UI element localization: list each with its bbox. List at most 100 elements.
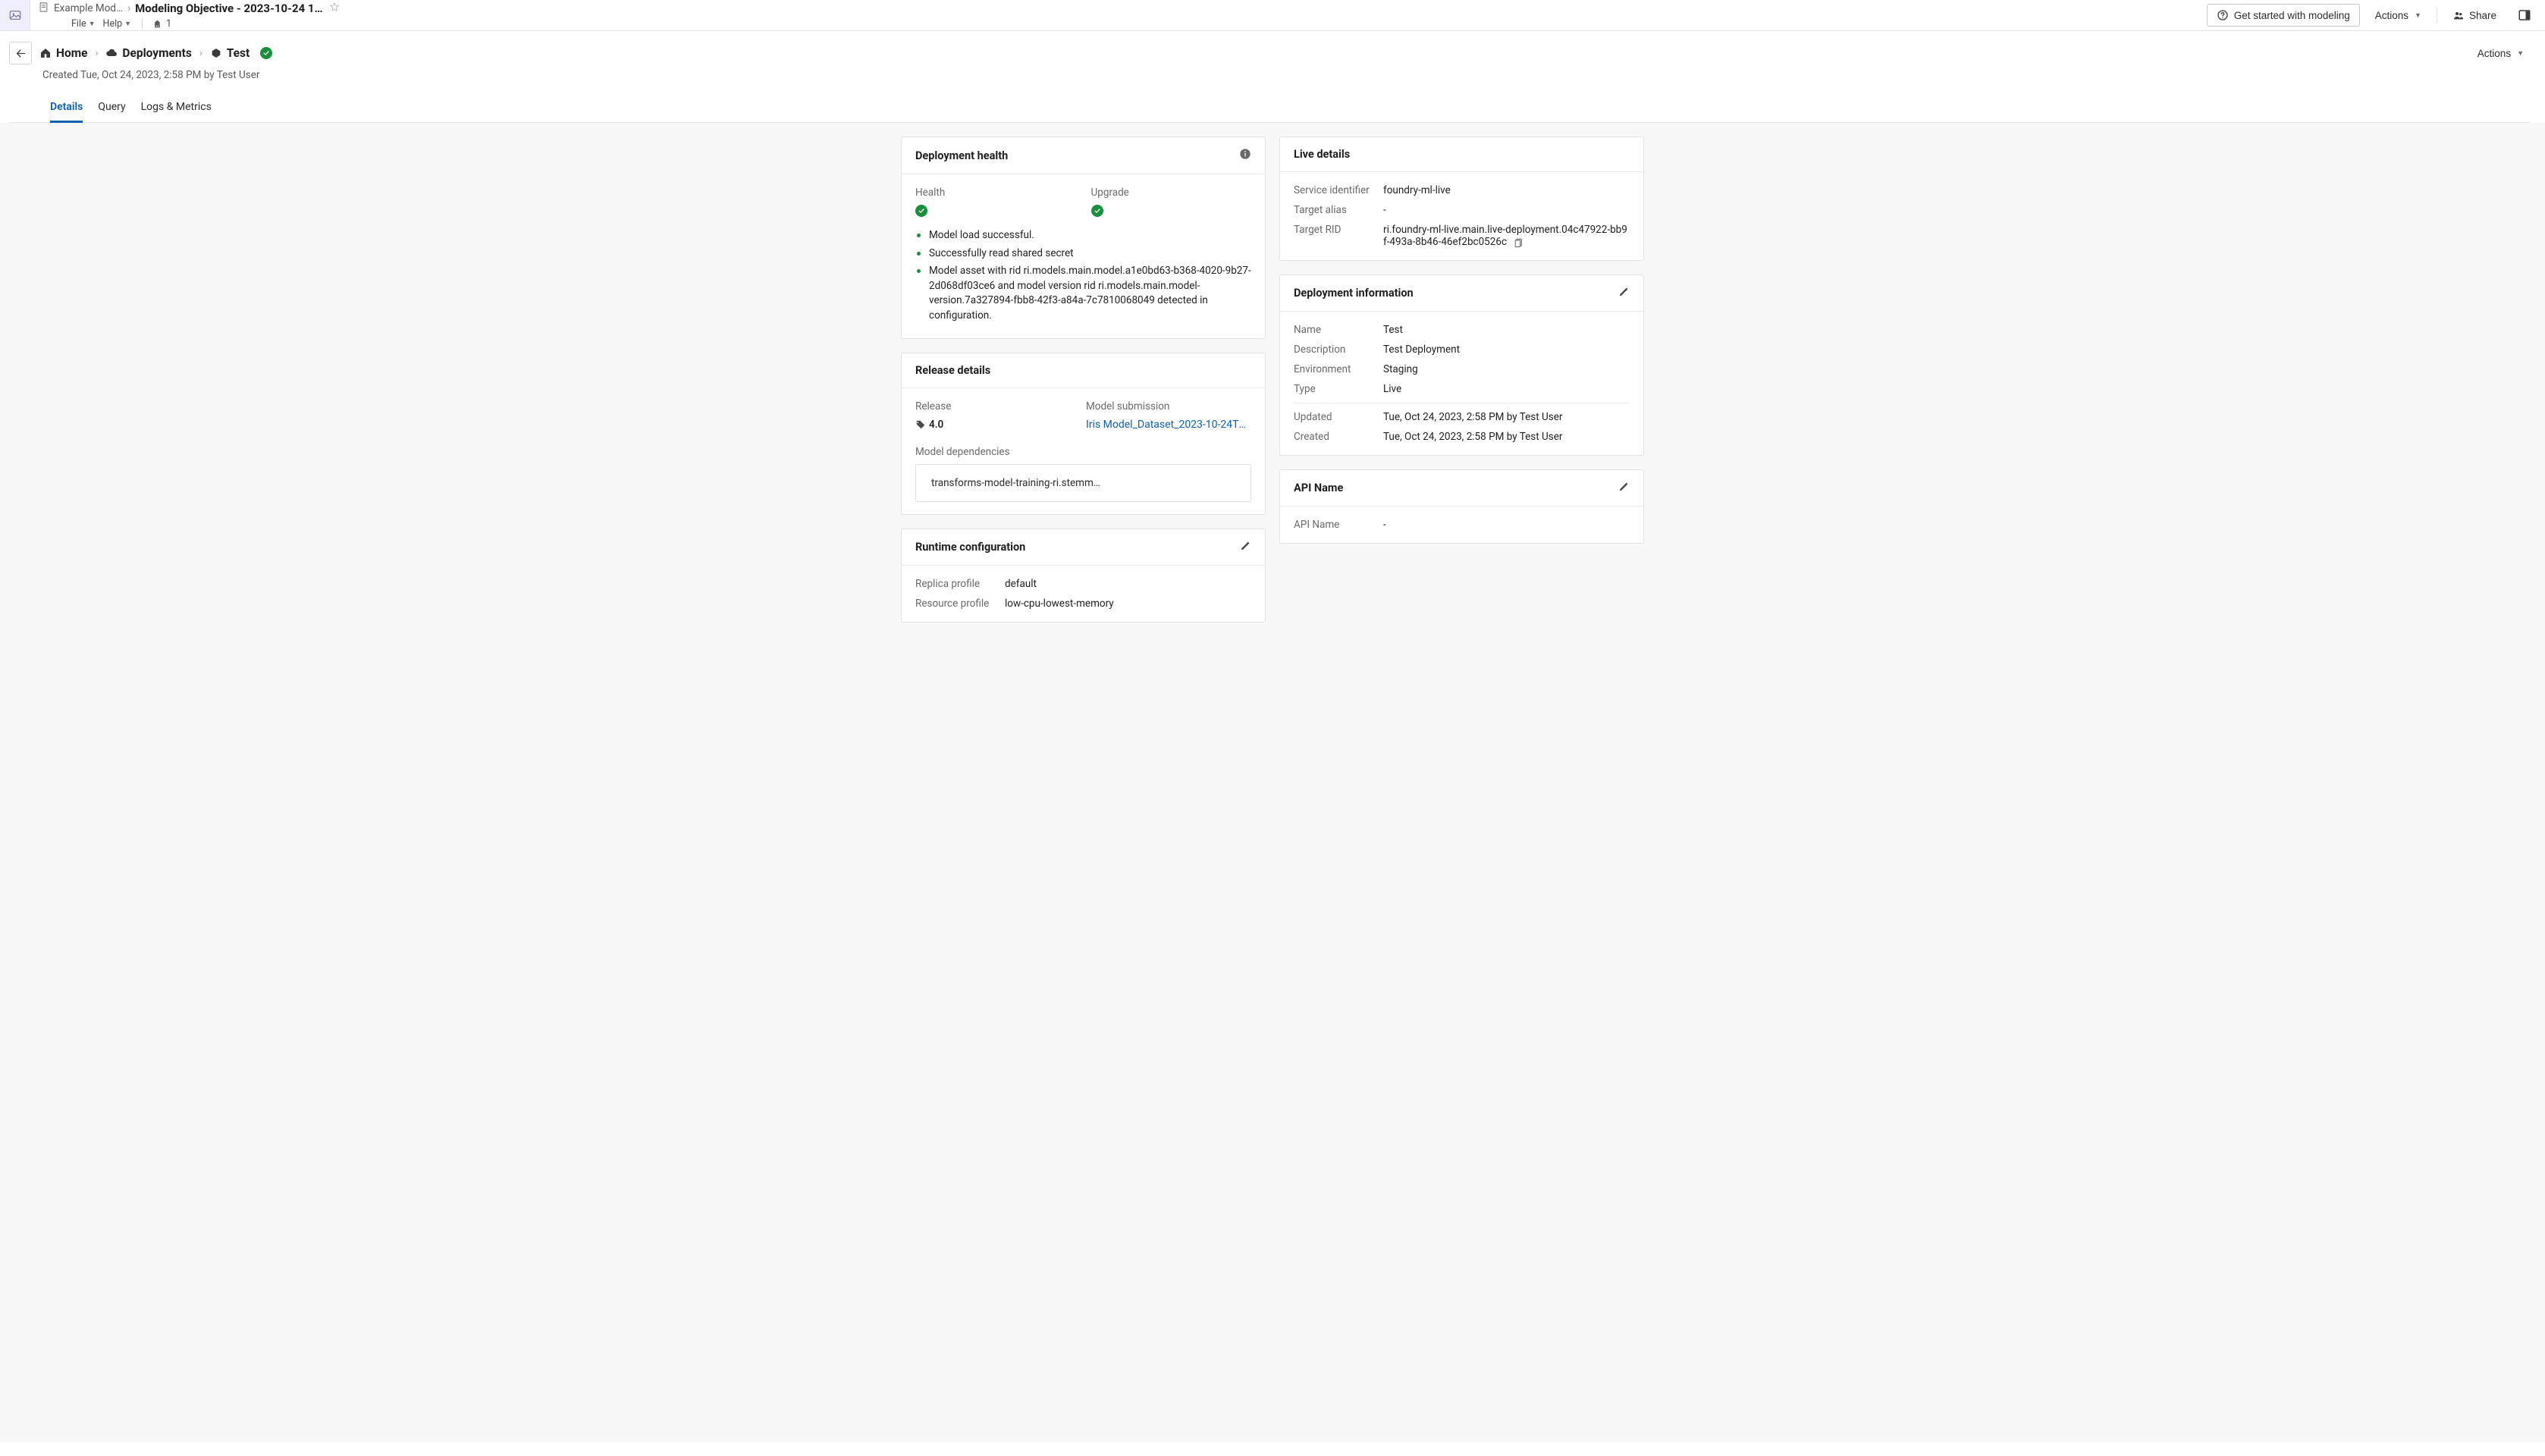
breadcrumb-current: Test <box>210 46 249 60</box>
replica-value: default <box>1005 578 1251 590</box>
target-alias-value: - <box>1383 204 1630 216</box>
document-icon <box>38 2 49 16</box>
health-label: Health <box>915 187 1076 199</box>
pencil-icon <box>1618 481 1630 492</box>
right-column: Live details Service identifier foundry-m… <box>1279 136 1644 623</box>
share-button[interactable]: Share <box>2446 4 2503 27</box>
env-label: Environment <box>1294 363 1373 375</box>
upgrade-label: Upgrade <box>1091 187 1252 199</box>
chevron-right-icon: › <box>199 48 202 59</box>
tab-details[interactable]: Details <box>50 95 83 123</box>
app-icon[interactable] <box>0 0 30 30</box>
card-api-name: API Name API Name- <box>1279 469 1644 544</box>
check-icon <box>262 49 270 57</box>
menu-file[interactable]: File▼ <box>71 18 96 30</box>
page-header: Home › Deployments › Test Actions▼ Creat… <box>0 31 2545 123</box>
updated-label: Updated <box>1294 411 1373 423</box>
menu-help[interactable]: Help▼ <box>103 18 132 30</box>
deps-label: Model dependencies <box>915 446 1251 458</box>
get-started-button[interactable]: Get started with modeling <box>2207 4 2360 27</box>
target-rid-value: ri.foundry-ml-live.main.live-deployment.… <box>1383 224 1630 248</box>
target-rid-label: Target RID <box>1294 224 1373 248</box>
building-icon <box>153 19 163 29</box>
page-subtitle: Created Tue, Oct 24, 2023, 2:58 PM by Te… <box>9 69 2530 81</box>
desc-value: Test Deployment <box>1383 344 1630 356</box>
copy-rid-button[interactable] <box>1514 237 1524 247</box>
submission-label: Model submission <box>1086 400 1251 413</box>
submission-link[interactable]: Iris Model_Dataset_2023-10-24T13:43:33… <box>1086 419 1251 431</box>
health-status-icon <box>915 205 927 217</box>
topbar: Example Mod… › Modeling Objective - 2023… <box>0 0 2545 31</box>
name-value: Test <box>1383 324 1630 336</box>
target-alias-label: Target alias <box>1294 204 1373 216</box>
edit-api-name-button[interactable] <box>1618 481 1630 495</box>
tab-logs-metrics[interactable]: Logs & Metrics <box>141 95 212 123</box>
page-tabs: Details Query Logs & Metrics <box>9 95 2530 123</box>
image-icon <box>8 8 22 22</box>
panel-right-icon <box>2518 8 2531 22</box>
type-label: Type <box>1294 383 1373 395</box>
people-icon <box>2452 9 2465 21</box>
clipboard-icon <box>1514 237 1524 247</box>
card-title: Runtime configuration <box>915 541 1240 554</box>
breadcrumb-deployments[interactable]: Deployments <box>105 46 191 60</box>
page-actions-dropdown[interactable]: Actions▼ <box>2471 42 2530 64</box>
breadcrumb-bar: Example Mod… › Modeling Objective - 2023… <box>30 0 2207 17</box>
updated-value: Tue, Oct 24, 2023, 2:58 PM by Test User <box>1383 411 1630 423</box>
home-icon <box>39 47 52 59</box>
health-message: Successfully read shared secret <box>915 246 1251 262</box>
deployment-icon <box>210 47 222 59</box>
desc-label: Description <box>1294 344 1373 356</box>
health-message: Model asset with rid ri.models.main.mode… <box>915 264 1251 323</box>
page-breadcrumb: Home › Deployments › Test <box>39 46 2471 60</box>
created-label: Created <box>1294 431 1373 443</box>
health-message: Model load successful. <box>915 228 1251 243</box>
card-title: Deployment information <box>1294 287 1618 300</box>
cloud-upload-icon <box>105 47 118 59</box>
release-label: Release <box>915 400 1071 413</box>
tag-icon <box>915 419 926 430</box>
health-messages: Model load successful. Successfully read… <box>915 228 1251 323</box>
app-menubar: File▼ Help▼ 1 <box>30 17 2207 30</box>
card-title: Live details <box>1294 148 1630 161</box>
topbar-actions-dropdown[interactable]: Actions▼ <box>2369 4 2427 27</box>
left-column: Deployment health Health Upgrade <box>901 136 1266 623</box>
chevron-right-icon: › <box>96 48 99 59</box>
card-deployment-health: Deployment health Health Upgrade <box>901 136 1266 339</box>
edit-runtime-button[interactable] <box>1240 540 1251 554</box>
favorite-star-icon[interactable] <box>329 2 340 15</box>
check-icon <box>918 207 925 215</box>
env-value: Staging <box>1383 363 1630 375</box>
card-title: Release details <box>915 364 1251 377</box>
page-title: Modeling Objective - 2023-10-24 1… <box>135 2 323 15</box>
breadcrumb-parent[interactable]: Example Mod… <box>54 2 123 14</box>
resource-value: low-cpu-lowest-memory <box>1005 598 1251 610</box>
type-value: Live <box>1383 383 1630 395</box>
pencil-icon <box>1618 286 1630 297</box>
card-runtime-config: Runtime configuration Replica profile def… <box>901 529 1266 623</box>
info-icon[interactable] <box>1239 148 1251 163</box>
name-label: Name <box>1294 324 1373 336</box>
upgrade-status-icon <box>1091 205 1103 217</box>
pencil-icon <box>1240 540 1251 551</box>
help-circle-icon <box>2217 9 2229 21</box>
service-id-label: Service identifier <box>1294 184 1373 196</box>
deps-value: transforms-model-training-ri.stemm… <box>915 464 1251 502</box>
panel-toggle-button[interactable] <box>2512 4 2537 27</box>
content-area: Deployment health Health Upgrade <box>0 123 2545 1442</box>
replica-label: Replica profile <box>915 578 994 590</box>
back-button[interactable] <box>9 42 32 64</box>
service-id-value: foundry-ml-live <box>1383 184 1630 196</box>
created-value: Tue, Oct 24, 2023, 2:58 PM by Test User <box>1383 431 1630 443</box>
breadcrumb-home[interactable]: Home <box>39 46 88 60</box>
resource-label: Resource profile <box>915 598 994 610</box>
arrow-left-icon <box>15 48 27 59</box>
presence-count[interactable]: 1 <box>153 18 171 30</box>
release-value: 4.0 <box>915 419 1071 431</box>
api-name-label: API Name <box>1294 519 1373 531</box>
edit-info-button[interactable] <box>1618 286 1630 300</box>
card-deployment-info: Deployment information Name Test Descript… <box>1279 275 1644 456</box>
card-live-details: Live details Service identifier foundry-m… <box>1279 136 1644 261</box>
card-title: API Name <box>1294 482 1618 494</box>
tab-query[interactable]: Query <box>98 95 125 123</box>
